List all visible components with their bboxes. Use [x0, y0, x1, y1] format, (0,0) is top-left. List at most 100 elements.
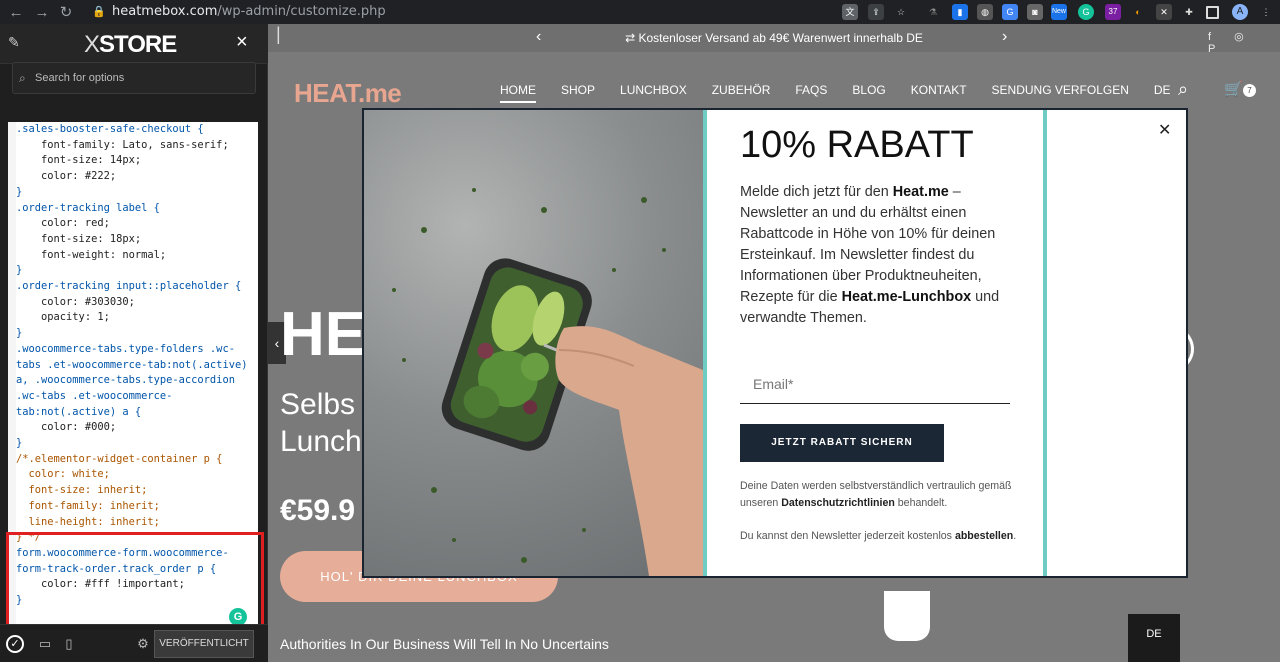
xstore-logo: XSTORE — [84, 31, 177, 58]
pin-icon[interactable]: ✎ — [8, 34, 20, 51]
extensions-puzzle-icon[interactable]: ✚ — [1181, 4, 1197, 20]
hero-subtitle-line-1: Selbs — [280, 388, 356, 421]
profile-avatar[interactable]: A — [1232, 4, 1248, 20]
popup-accent-left — [703, 110, 707, 576]
email-field[interactable]: Email* — [740, 364, 1010, 404]
browser-toolbar: ← → ↻ 🔒 heatmebox.com/wp-admin/customize… — [0, 0, 1280, 24]
code-line: a, .woocommerce-tabs.type-accordion — [16, 374, 235, 387]
code-line: font-weight: normal; — [16, 248, 167, 261]
code-line: .wc-tabs .et-woocommerce- — [16, 389, 173, 402]
announcement-bar: | ‹ ⇄ Kostenloser Versand ab 49€ Warenwe… — [268, 24, 1280, 55]
hero-price: €59.9 — [280, 494, 356, 527]
lock-icon: 🔒 — [92, 5, 106, 18]
gear-icon[interactable]: ⚙ — [134, 635, 152, 653]
sidebar-header: ✎ XSTORE × — [0, 24, 268, 64]
tagline-text: Authorities In Our Business Will Tell In… — [280, 636, 609, 652]
code-line: color: red; — [16, 217, 110, 230]
code-line: font-family: Lato, sans-serif; — [16, 138, 229, 151]
bookmark-star-icon[interactable]: ☆ — [893, 4, 909, 20]
highlight-annotation-box — [6, 532, 264, 633]
address-bar[interactable]: 🔒 heatmebox.com/wp-admin/customize.php — [84, 1, 924, 23]
code-line: font-size: 14px; — [16, 154, 142, 167]
desktop-preview-icon[interactable]: ▭ — [36, 635, 54, 653]
forward-icon[interactable]: → — [32, 2, 52, 22]
code-line: .order-tracking input::placeholder { — [16, 280, 242, 293]
extension-translate-icon[interactable]: G — [1002, 4, 1018, 20]
code-line: color: white; — [16, 468, 110, 481]
extension-camera-icon[interactable]: ◙ — [1027, 4, 1043, 20]
extension-new-icon[interactable]: New — [1051, 4, 1067, 20]
close-icon[interactable]: × — [236, 32, 248, 52]
extension-lab-icon[interactable]: ⚗ — [925, 4, 941, 20]
unsubscribe-link[interactable]: abbestellen — [955, 530, 1013, 542]
code-line: font-family: inherit; — [16, 499, 160, 512]
code-line: } — [16, 185, 23, 198]
sidebar-footer: ✓ ▭ ▯ ⚙ VERÖFFENTLICHT — [0, 624, 268, 662]
search-icon: ⌕ — [19, 71, 26, 85]
extension-globe-icon[interactable]: ◍ — [977, 4, 993, 20]
mobile-preview-icon[interactable]: ▯ — [60, 635, 78, 653]
code-line: } — [16, 264, 23, 277]
cart-icon[interactable]: 🛒 — [1224, 80, 1243, 98]
check-circle-icon[interactable]: ✓ — [6, 635, 24, 653]
privacy-link[interactable]: Datenschutzrichtlinien — [781, 497, 895, 509]
nav-item-de[interactable]: DE — [1154, 83, 1171, 103]
url-host: heatmebox.com — [112, 4, 218, 19]
code-line: color: #303030; — [16, 295, 135, 308]
popup-description: Melde dich jetzt für den Heat.me – Newsl… — [740, 184, 1000, 326]
cart-count-badge: 7 — [1243, 84, 1256, 97]
newsletter-popup: ✕ 10% RABATT Melde dich jetzt für den He… — [362, 108, 1188, 578]
social-icons[interactable]: f ◎ P — [1208, 30, 1280, 55]
code-line: font-size: 18px; — [16, 232, 142, 245]
privacy-notice: Deine Daten werden selbstverständlich ve… — [740, 480, 1012, 509]
main-nav: HOME SHOP LUNCHBOX ZUBEHÖR FAQS BLOG KONTAKT SE… — [500, 83, 1196, 103]
popup-close-icon[interactable]: ✕ — [1158, 120, 1171, 140]
options-search-input[interactable]: ⌕ Search for options — [12, 62, 256, 94]
nav-item-lunchbox[interactable]: LUNCHBOX — [620, 83, 687, 103]
translate-icon[interactable]: 文 — [842, 4, 858, 20]
site-logo[interactable]: HEAT.me — [294, 78, 402, 109]
hero-subtitle-line-2: Lunch — [280, 425, 362, 458]
code-line: tab:not(.active) a { — [16, 405, 142, 418]
code-line: font-size: inherit; — [16, 484, 148, 497]
code-line: .sales-booster-safe-checkout { — [16, 123, 204, 135]
share-icon[interactable]: ⇪ — [868, 4, 884, 20]
language-badge[interactable]: DE — [1128, 614, 1180, 662]
extension-docs-icon[interactable]: ▮ — [952, 4, 968, 20]
grammarly-icon[interactable]: G — [1078, 4, 1094, 20]
nav-item-faqs[interactable]: FAQS — [795, 83, 827, 103]
subscribe-button[interactable]: JETZT RABATT SICHERN — [740, 424, 944, 462]
back-icon[interactable]: ← — [6, 2, 26, 22]
chevron-right-icon[interactable]: › — [1002, 28, 1007, 46]
nav-item-blog[interactable]: BLOG — [852, 83, 885, 103]
extension-x-icon[interactable]: ✕ — [1156, 4, 1172, 20]
popup-accent-right — [1043, 110, 1047, 576]
nav-item-kontakt[interactable]: KONTAKT — [911, 83, 967, 103]
hero-title: HE — [280, 300, 367, 369]
product-image — [884, 591, 930, 641]
sidebar-toggle-icon[interactable] — [1206, 6, 1219, 19]
lunchbox-photo — [364, 110, 703, 576]
code-line: opacity: 1; — [16, 311, 110, 324]
hero-subtitle: Selbs Lunch — [280, 386, 362, 460]
code-line: tabs .et-woocommerce-tab:not(.active) — [16, 358, 248, 371]
nav-item-sendung-verfolgen[interactable]: SENDUNG VERFOLGEN — [992, 83, 1129, 103]
code-line: line-height: inherit; — [16, 515, 160, 528]
search-icon[interactable]: ⌕ — [1178, 79, 1188, 100]
url-path: /wp-admin/customize.php — [217, 4, 386, 19]
publish-button[interactable]: VERÖFFENTLICHT — [154, 630, 254, 658]
menu-kebab-icon[interactable]: ⋮ — [1258, 4, 1274, 20]
reload-icon[interactable]: ↻ — [56, 2, 76, 22]
customizer-sidebar: ✎ XSTORE × ⌕ Search for options .sales-b… — [0, 24, 268, 662]
nav-item-shop[interactable]: SHOP — [561, 83, 595, 103]
code-line: /*.elementor-widget-container p { — [16, 452, 223, 465]
lunchbox-photo-art — [392, 188, 703, 576]
extension-badge-icon[interactable]: 37 — [1105, 4, 1121, 20]
code-line: .order-tracking label { — [16, 201, 160, 214]
code-line: } — [16, 437, 23, 450]
nav-item-zubeh-r[interactable]: ZUBEHÖR — [712, 83, 771, 103]
nav-item-home[interactable]: HOME — [500, 83, 536, 103]
code-line: color: #222; — [16, 170, 117, 183]
extension-moon-icon[interactable]: ◐ — [1130, 4, 1146, 20]
popup-title: 10% RABATT — [740, 124, 974, 166]
